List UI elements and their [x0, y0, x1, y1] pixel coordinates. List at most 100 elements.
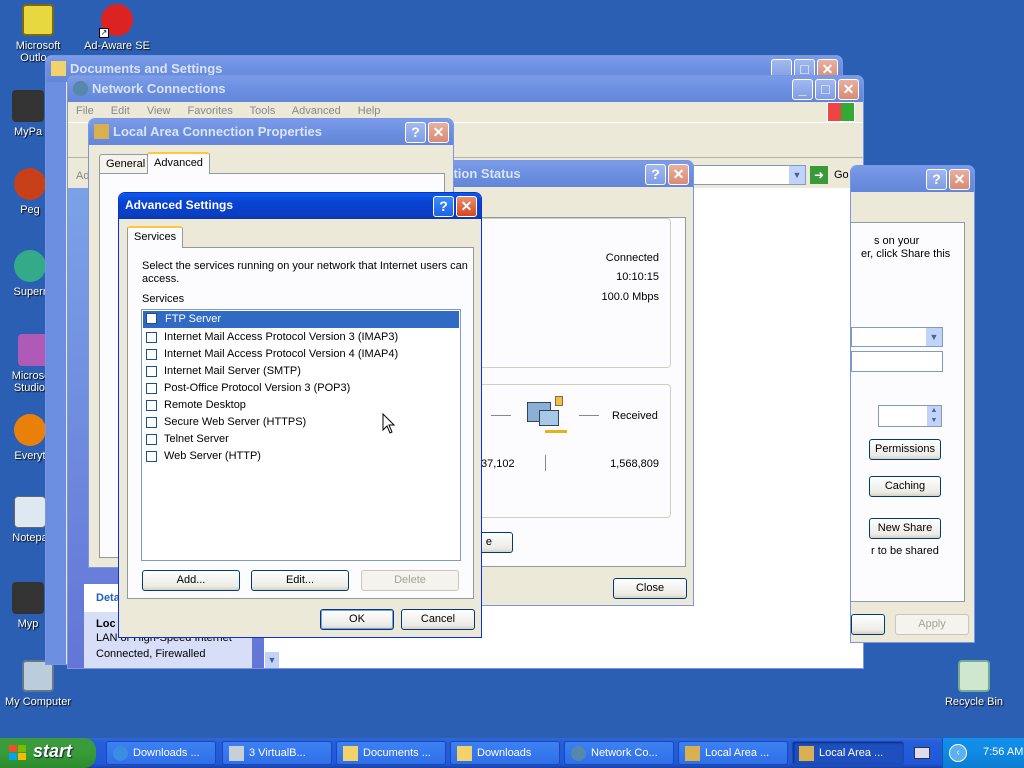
task-label: Local Area ...	[819, 747, 884, 759]
help-button[interactable]: ?	[645, 164, 666, 185]
taskbar-item-downloads-folder[interactable]: Downloads	[450, 741, 560, 765]
help-button[interactable]: ?	[926, 169, 947, 190]
advanced-settings-dialog[interactable]: Advanced Settings ? ✕ Services Select th…	[118, 192, 482, 638]
service-checkbox[interactable]	[146, 434, 157, 445]
sharing-tab-panel: s on your er, click Share this ▼ ▲ ▼ Per…	[851, 222, 965, 602]
scroll-down-icon[interactable]: ▼	[265, 652, 279, 668]
folder-icon	[343, 746, 358, 761]
close-button[interactable]: ✕	[428, 122, 449, 143]
tray-back-icon[interactable]: ‹	[949, 744, 967, 762]
help-button[interactable]: ?	[433, 196, 454, 217]
close-button[interactable]: ✕	[668, 164, 689, 185]
sharing-text-2: er, click Share this	[861, 248, 951, 260]
service-row[interactable]: Secure Web Server (HTTPS)	[142, 414, 460, 431]
menu-advanced[interactable]: Advanced	[292, 105, 341, 117]
help-button[interactable]: ?	[405, 122, 426, 143]
tab-advanced[interactable]: Advanced	[147, 152, 210, 174]
cancel-button[interactable]: Cancel	[401, 609, 475, 630]
desktop-icon-adaware[interactable]: ↗ Ad-Aware SE	[79, 4, 155, 52]
desktop-icon-label: My Computer	[4, 696, 72, 708]
taskbar-item-local-area-1[interactable]: Local Area ...	[678, 741, 788, 765]
add-button[interactable]: Add...	[142, 570, 240, 591]
menu-edit[interactable]: Edit	[111, 105, 130, 117]
taskbar-item-network-connections[interactable]: Network Co...	[564, 741, 674, 765]
share-name-dropdown[interactable]: ▼	[851, 327, 943, 347]
service-label: Web Server (HTTP)	[164, 450, 261, 462]
title-bar[interactable]: Advanced Settings ? ✕	[119, 193, 481, 219]
menu-view[interactable]: View	[147, 105, 171, 117]
permissions-button[interactable]: Permissions	[869, 439, 941, 460]
taskbar-item-local-area-2[interactable]: Local Area ...	[792, 741, 904, 765]
menu-tools[interactable]: Tools	[250, 105, 276, 117]
start-button[interactable]: start	[0, 738, 96, 768]
minimize-button[interactable]: _	[792, 79, 813, 100]
service-checkbox[interactable]	[146, 349, 157, 360]
caching-button[interactable]: Caching	[869, 476, 941, 497]
keyboard-icon[interactable]	[914, 747, 930, 759]
desktop-icon-my-computer[interactable]: My Computer	[0, 660, 76, 708]
close-button[interactable]: ✕	[456, 196, 477, 217]
title-bar[interactable]: ection Status ? ✕	[421, 161, 693, 187]
service-row[interactable]: FTP Server	[143, 311, 459, 328]
menu-help[interactable]: Help	[358, 105, 381, 117]
sharing-properties-window[interactable]: ? ✕ s on your er, click Share this ▼ ▲ ▼…	[850, 165, 975, 643]
taskbar-item-documents[interactable]: Documents ...	[336, 741, 446, 765]
service-checkbox[interactable]	[146, 451, 157, 462]
menu-favorites[interactable]: Favorites	[188, 105, 233, 117]
go-label: Go	[834, 169, 849, 181]
clock[interactable]: 7:56 AM	[983, 746, 1023, 758]
menu-file[interactable]: File	[76, 105, 94, 117]
title-bar[interactable]: Local Area Connection Properties ? ✕	[89, 119, 453, 145]
service-row[interactable]: Remote Desktop	[142, 397, 460, 414]
tab-services[interactable]: Services	[127, 226, 184, 248]
spin-up-icon[interactable]: ▲	[927, 406, 941, 416]
service-checkbox[interactable]	[146, 313, 157, 324]
service-row[interactable]: Telnet Server	[142, 431, 460, 448]
title-bar[interactable]: ? ✕	[851, 166, 974, 192]
chevron-down-icon[interactable]: ▼	[789, 166, 805, 184]
status-close-button[interactable]: Close	[613, 578, 687, 599]
go-button[interactable]: ➜ Go	[810, 166, 854, 186]
service-row[interactable]: Internet Mail Access Protocol Version 4 …	[142, 346, 460, 363]
service-row[interactable]: Web Server (HTTP)	[142, 448, 460, 465]
service-checkbox[interactable]	[146, 332, 157, 343]
services-list[interactable]: FTP Server Internet Mail Access Protocol …	[141, 309, 461, 561]
app-icon	[14, 250, 46, 282]
network-icon	[799, 746, 814, 761]
service-checkbox[interactable]	[146, 383, 157, 394]
service-row[interactable]: Post-Office Protocol Version 3 (POP3)	[142, 380, 460, 397]
title-bar[interactable]: Network Connections _ □ ✕	[68, 76, 863, 102]
address-dropdown[interactable]: ▼	[688, 165, 806, 185]
desktop-icon-recycle-bin[interactable]: Recycle Bin	[936, 660, 1012, 708]
connected-value: Connected	[605, 252, 659, 264]
service-row[interactable]: Internet Mail Server (SMTP)	[142, 363, 460, 380]
task-label: Downloads ...	[133, 747, 200, 759]
sharing-text-1: s on your	[874, 235, 920, 247]
spin-down-icon[interactable]: ▼	[927, 416, 941, 426]
service-row[interactable]: Internet Mail Access Protocol Version 3 …	[142, 329, 460, 346]
ok-button[interactable]: OK	[320, 609, 394, 630]
chevron-down-icon[interactable]: ▼	[926, 328, 942, 346]
maximize-button[interactable]: □	[815, 79, 836, 100]
service-checkbox[interactable]	[146, 400, 157, 411]
tab-general[interactable]: General	[99, 154, 153, 174]
delete-button[interactable]: Delete	[361, 570, 459, 591]
new-share-button[interactable]: New Share	[869, 518, 941, 539]
mouse-cursor-icon	[382, 413, 396, 434]
close-button[interactable]: ✕	[949, 169, 970, 190]
user-limit-spinner[interactable]: ▲ ▼	[878, 405, 942, 427]
taskbar-item-downloads-ie[interactable]: Downloads ...	[106, 741, 216, 765]
folder-icon	[51, 61, 66, 76]
partial-button[interactable]	[851, 614, 885, 635]
app-icon	[14, 414, 46, 446]
taskbar-item-virtualbox[interactable]: 3 VirtualB...	[222, 741, 332, 765]
apply-button[interactable]: Apply	[895, 614, 969, 635]
service-checkbox[interactable]	[146, 417, 157, 428]
close-button[interactable]: ✕	[838, 79, 859, 100]
comment-field[interactable]	[851, 351, 943, 372]
edit-button[interactable]: Edit...	[251, 570, 349, 591]
service-checkbox[interactable]	[146, 366, 157, 377]
activity-line-right	[579, 415, 599, 416]
desktop-icon-label: Recycle Bin	[944, 696, 1004, 708]
ie-icon	[113, 746, 128, 761]
